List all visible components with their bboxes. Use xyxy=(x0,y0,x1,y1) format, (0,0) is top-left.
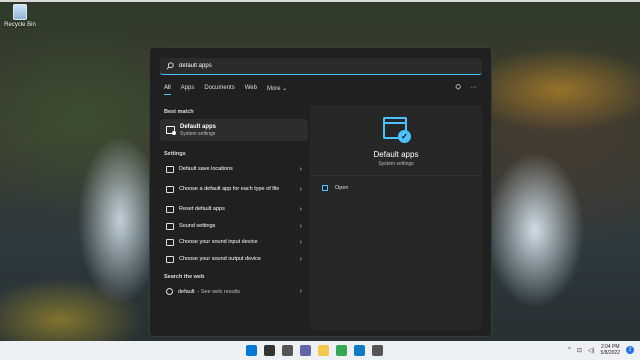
setting-label: Reset default apps xyxy=(179,206,225,213)
open-action[interactable]: Open xyxy=(322,185,348,191)
settings-icon xyxy=(166,206,174,214)
recycle-bin-label: Recycle Bin xyxy=(4,22,36,28)
settings-icon xyxy=(166,186,174,193)
web-query: default xyxy=(178,288,195,295)
recycle-bin[interactable]: Recycle Bin xyxy=(2,4,38,28)
best-match-subtitle: System settings xyxy=(180,130,216,137)
filter-tabs: All Apps Documents Web More ⌄ xyxy=(164,85,287,95)
web-search-icon xyxy=(166,288,173,295)
checkmark-icon: ✓ xyxy=(398,130,411,143)
tab-all[interactable]: All xyxy=(164,85,171,95)
chevron-right-icon: › xyxy=(299,206,302,214)
recycle-bin-icon xyxy=(13,4,27,20)
web-suffix: - See web results xyxy=(197,288,241,295)
preview-subtitle: System settings xyxy=(378,161,414,167)
speaker-icon xyxy=(166,255,174,263)
chevron-right-icon: › xyxy=(299,255,302,263)
system-tray: ^ ⊡ ◁) 2:04 PM 5/8/2022 2 xyxy=(568,344,634,356)
notification-badge[interactable]: 2 xyxy=(626,346,634,354)
task-view-icon[interactable] xyxy=(282,345,293,356)
volume-icon[interactable]: ◁) xyxy=(588,347,595,354)
search-web-heading: Search the web xyxy=(164,273,205,280)
setting-default-app-by-file-type[interactable]: Choose a default app for each type of fi… xyxy=(160,178,308,202)
chevron-right-icon: › xyxy=(299,288,302,295)
tab-actions: ⛭ ··· xyxy=(455,84,477,92)
network-icon[interactable]: ⊡ xyxy=(577,347,582,354)
best-match-item[interactable]: Default apps System settings xyxy=(160,119,308,141)
open-label: Open xyxy=(335,185,349,191)
open-icon xyxy=(322,185,328,191)
teams-icon[interactable] xyxy=(300,345,311,356)
chevron-right-icon: › xyxy=(299,186,302,193)
best-match-heading: Best match xyxy=(164,109,194,115)
chevron-right-icon: › xyxy=(299,165,302,173)
edge-icon[interactable] xyxy=(354,345,365,356)
best-match-title: Default apps xyxy=(180,123,217,130)
taskbar: ^ ⊡ ◁) 2:04 PM 5/8/2022 2 xyxy=(0,341,640,360)
start-icon[interactable] xyxy=(246,345,257,356)
preview-title: Default apps xyxy=(373,150,419,159)
chevron-right-icon: › xyxy=(299,239,302,247)
chevron-up-icon[interactable]: ^ xyxy=(568,347,571,353)
clock-date: 5/8/2022 xyxy=(600,350,620,356)
taskbar-apps xyxy=(246,345,383,356)
search-panel: All Apps Documents Web More ⌄ ⛭ ··· Best… xyxy=(149,47,492,337)
search-box[interactable] xyxy=(160,58,482,75)
setting-label: Choose a default app for each type of fi… xyxy=(179,186,280,192)
preview-divider xyxy=(310,175,482,176)
store-icon[interactable] xyxy=(372,345,383,356)
speaker-icon xyxy=(166,239,174,247)
setting-default-save-locations[interactable]: Default save locations › xyxy=(160,161,308,178)
top-strip xyxy=(0,0,640,2)
setting-label: Choose your sound output device xyxy=(179,255,261,262)
account-switch-icon[interactable]: ⛭ xyxy=(455,84,461,92)
preview-pane: ✓ Default apps System settings Open xyxy=(310,105,482,330)
default-apps-large-icon: ✓ xyxy=(383,117,411,143)
tab-apps[interactable]: Apps xyxy=(181,85,195,95)
setting-sound-settings[interactable]: Sound settings › xyxy=(160,218,308,235)
tab-web[interactable]: Web xyxy=(245,85,257,95)
search-icon xyxy=(166,62,174,70)
search-input[interactable] xyxy=(179,63,459,69)
file-explorer-icon[interactable] xyxy=(318,345,329,356)
setting-sound-input-device[interactable]: Choose your sound input device › xyxy=(160,235,308,252)
setting-reset-default-apps[interactable]: Reset default apps › xyxy=(160,202,308,219)
search-icon[interactable] xyxy=(264,345,275,356)
chevron-right-icon: › xyxy=(299,222,302,230)
setting-label: Default save locations xyxy=(179,165,233,172)
tab-documents[interactable]: Documents xyxy=(204,85,234,95)
default-apps-icon xyxy=(166,126,176,135)
results-list: Best match Default apps System settings … xyxy=(160,105,308,300)
more-options-icon[interactable]: ··· xyxy=(470,84,477,92)
setting-label: Choose your sound input device xyxy=(179,239,258,246)
web-result-item[interactable]: default - See web results › xyxy=(160,284,308,300)
tab-more[interactable]: More ⌄ xyxy=(267,85,287,95)
setting-sound-output-device[interactable]: Choose your sound output device › xyxy=(160,251,308,268)
speaker-icon xyxy=(166,222,174,230)
settings-icon xyxy=(166,165,174,173)
chrome-icon[interactable] xyxy=(336,345,347,356)
clock[interactable]: 2:04 PM 5/8/2022 xyxy=(601,344,620,356)
settings-heading: Settings xyxy=(164,151,186,157)
setting-label: Sound settings xyxy=(179,222,216,229)
